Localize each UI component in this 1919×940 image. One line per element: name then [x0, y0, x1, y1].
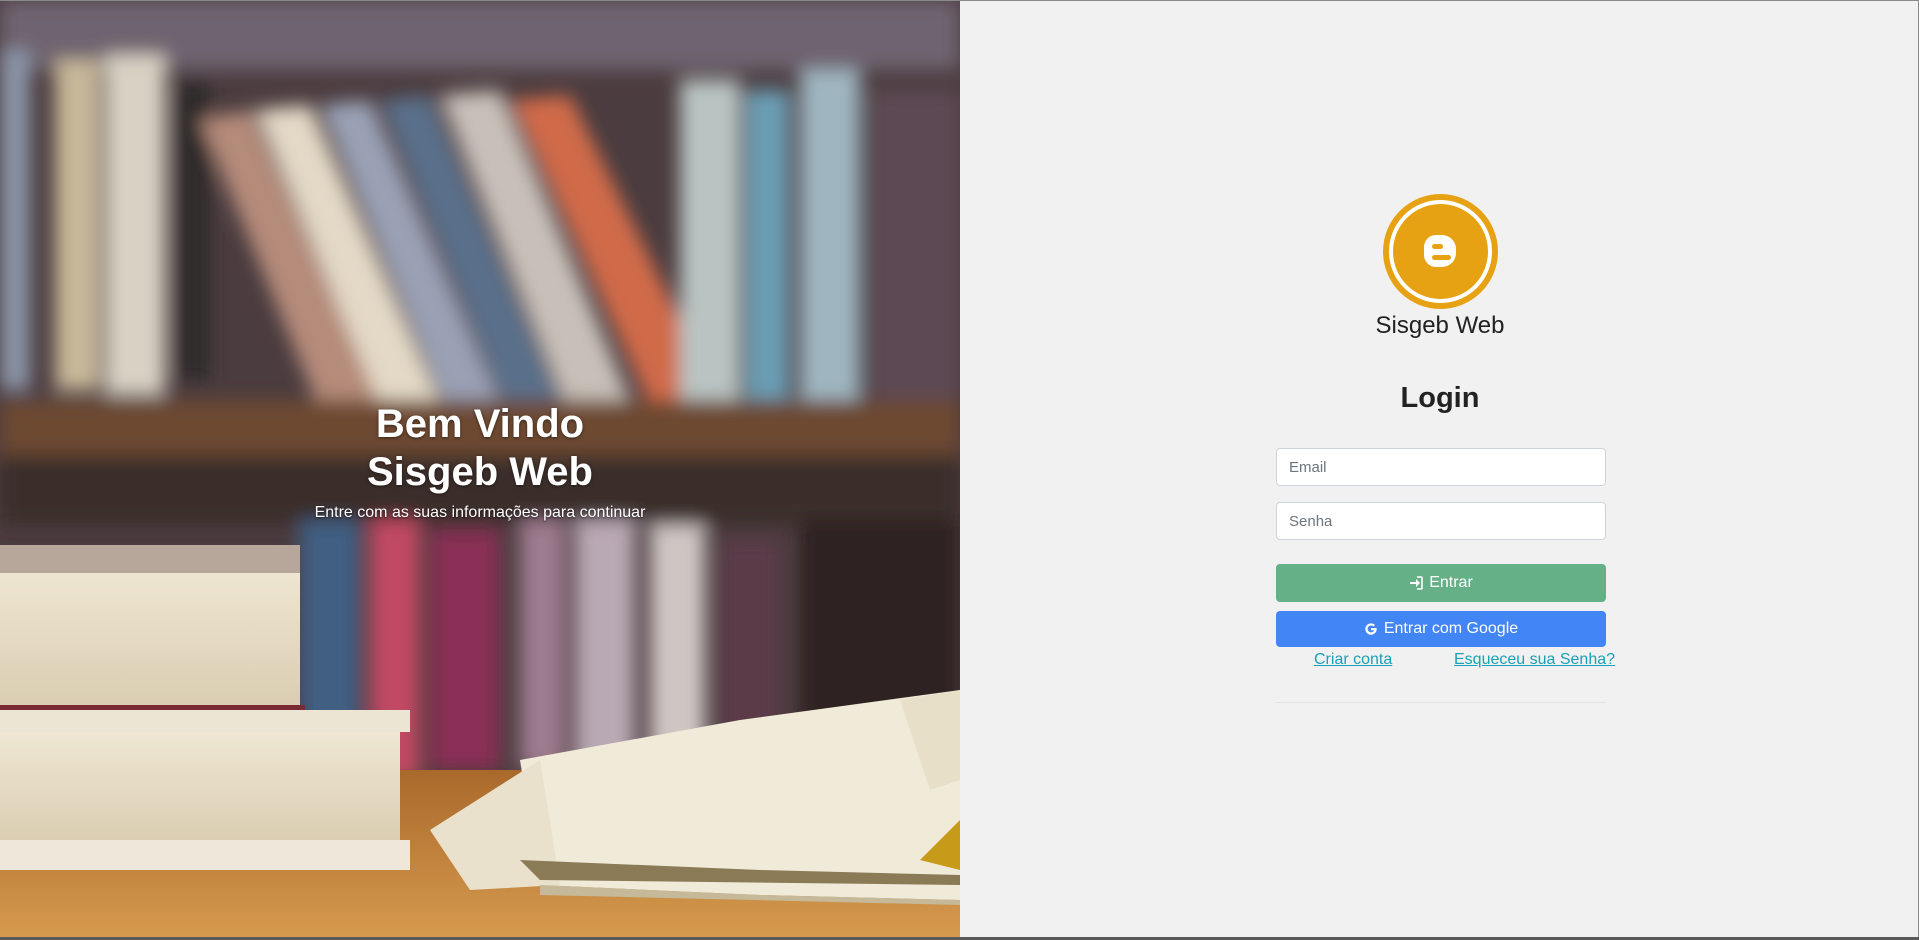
hero-title: Bem Vindo Sisgeb Web [280, 400, 680, 496]
brand-name: Sisgeb Web [1375, 312, 1505, 339]
email-field[interactable] [1276, 448, 1606, 486]
hero-title-line1: Bem Vindo [375, 402, 585, 446]
forgot-password-link[interactable]: Esqueceu sua Senha? [1454, 651, 1615, 669]
blogger-icon [1383, 194, 1498, 309]
google-icon [1365, 623, 1377, 635]
create-account-link[interactable]: Criar conta [1314, 651, 1392, 669]
password-field[interactable] [1276, 502, 1606, 540]
entrar-button[interactable]: Entrar [1276, 564, 1606, 602]
entrar-label: Entrar [1429, 574, 1473, 591]
sign-in-icon [1410, 576, 1424, 590]
window-border-top [0, 0, 1919, 1]
hero-title-line2: Sisgeb Web [367, 450, 593, 494]
google-login-button[interactable]: Entrar com Google [1276, 611, 1606, 647]
hero-panel: Bem Vindo Sisgeb Web Entre com as suas i… [0, 0, 960, 937]
divider [1276, 702, 1606, 703]
google-login-label: Entrar com Google [1383, 620, 1519, 637]
hero-subtitle: Entre com as suas informações para conti… [314, 504, 646, 521]
login-heading: Login [1400, 382, 1480, 414]
